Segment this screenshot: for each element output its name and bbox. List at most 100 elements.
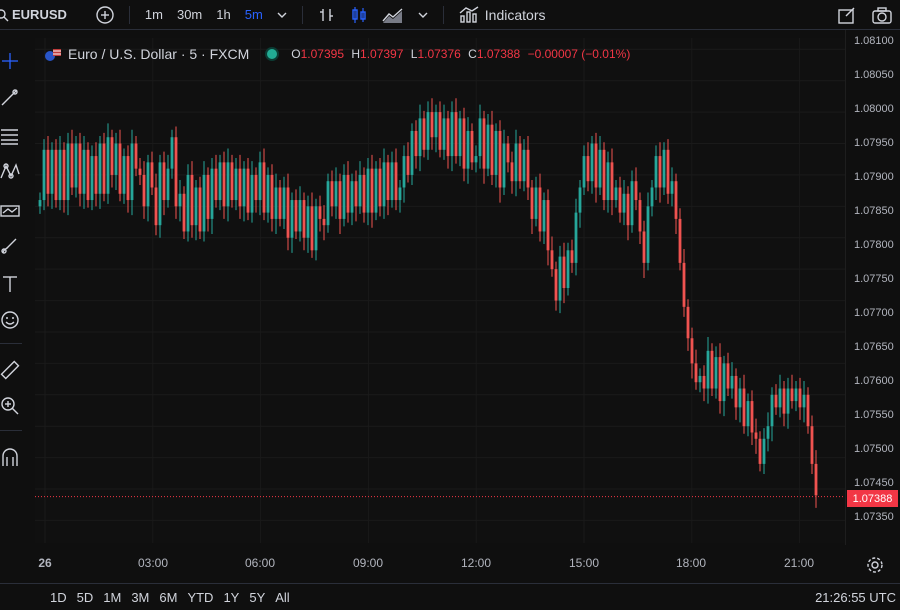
range-5d[interactable]: 5D [72,590,99,605]
candle-body [294,200,298,232]
range-ytd[interactable]: YTD [182,590,218,605]
candle-body [490,124,494,175]
range-1d[interactable]: 1D [45,590,72,605]
candle-body [246,168,250,213]
candle-body [726,363,730,389]
range-5y[interactable]: 5Y [244,590,270,605]
candle-body [222,162,226,207]
candlestick-chart[interactable] [35,38,845,543]
candle-body [694,363,698,383]
candle-body [758,438,762,464]
candle-body [386,162,390,201]
interval-1h[interactable]: 1h [209,7,237,22]
candle-body [78,143,82,194]
price-label: 1.07550 [854,409,894,421]
text-icon [3,276,17,292]
candle-body [434,112,438,138]
camera-button[interactable] [864,6,900,24]
share-icon [838,7,855,24]
candle-body [554,269,558,301]
candle-body [254,174,258,201]
emoji-tool[interactable] [0,310,20,330]
trendline-tool[interactable] [0,88,20,108]
chart-type-dropdown[interactable] [411,11,435,19]
bar-style-button[interactable] [311,6,343,24]
symbol-label: EURUSD [12,7,67,22]
time-label: 03:00 [137,556,169,570]
chart-settings-button[interactable] [866,556,884,577]
candle-body [230,162,234,201]
candle-body [94,156,98,194]
candle-body [570,250,574,263]
candle-body [330,181,334,207]
utc-clock[interactable]: 21:26:55 UTC [815,590,896,605]
candle-body [282,187,286,219]
chart-legend: Euro / U.S. Dollar · 5 · FXCM O1.07395 H… [44,46,634,62]
candle-body [574,212,578,263]
price-label: 1.07500 [854,443,894,455]
candle-body [810,426,814,464]
candle-body [374,168,378,213]
candle-body [262,162,266,213]
interval-dropdown[interactable] [270,11,294,19]
range-all[interactable]: All [270,590,294,605]
candle-body [266,174,270,213]
interval-1m[interactable]: 1m [138,7,170,22]
indicators-button[interactable]: Indicators [452,5,553,24]
price-label: 1.07350 [854,511,894,523]
candles-button[interactable] [343,6,375,24]
plus-circle-icon [96,5,114,24]
range-1m[interactable]: 1M [98,590,126,605]
candle-body [70,143,74,188]
candle-body [190,174,194,226]
candle-body [158,162,162,226]
interval-5m[interactable]: 5m [238,7,270,22]
area-chart-icon [382,7,403,23]
price-label: 1.07800 [854,239,894,251]
candle-body [438,112,442,150]
candle-body [402,156,406,188]
pattern-tool[interactable] [0,162,20,182]
candle-body [258,162,262,201]
ruler-tool[interactable] [0,360,20,380]
interval-30m[interactable]: 30m [170,7,209,22]
change-value: −0.00007 (−0.01%) [527,47,631,61]
chart-pane[interactable] [35,38,845,543]
price-label: 1.07950 [854,137,894,149]
candle-body [278,187,282,219]
range-3m[interactable]: 3M [126,590,154,605]
forecast-tool[interactable] [0,200,20,220]
candle-body [794,388,798,402]
candle-body [742,388,746,427]
candle-body [642,231,646,263]
crosshair-tool[interactable] [0,51,20,71]
range-1y[interactable]: 1Y [218,590,244,605]
symbol-search[interactable]: EURUSD [0,7,67,22]
candle-body [790,388,794,402]
zoom-tool[interactable] [0,396,20,416]
candle-body [426,112,430,150]
candle-body [802,394,806,408]
candle-body [338,181,342,219]
magnet-tool[interactable] [0,448,20,468]
candle-body [634,181,638,201]
fib-tool[interactable] [0,126,20,146]
compare-button[interactable] [89,5,121,24]
candle-body [766,426,770,439]
text-tool[interactable] [0,274,20,294]
range-6m[interactable]: 6M [154,590,182,605]
brush-tool[interactable] [0,236,20,256]
camera-icon [872,6,892,24]
candle-body [458,118,462,157]
snapshot-button[interactable] [830,6,864,24]
time-axis[interactable]: 26 03:00 06:00 09:00 12:00 15:00 18:00 2… [35,548,845,578]
candle-body [674,181,678,219]
candle-body [114,143,118,175]
price-axis[interactable]: 1.08100 1.08050 1.08000 1.07950 1.07900 … [845,30,900,545]
candle-body [430,112,434,138]
candle-body [482,118,486,169]
candle-body [698,375,702,383]
price-label: 1.08000 [854,103,894,115]
area-chart-button[interactable] [375,6,411,24]
candle-body [486,124,490,169]
